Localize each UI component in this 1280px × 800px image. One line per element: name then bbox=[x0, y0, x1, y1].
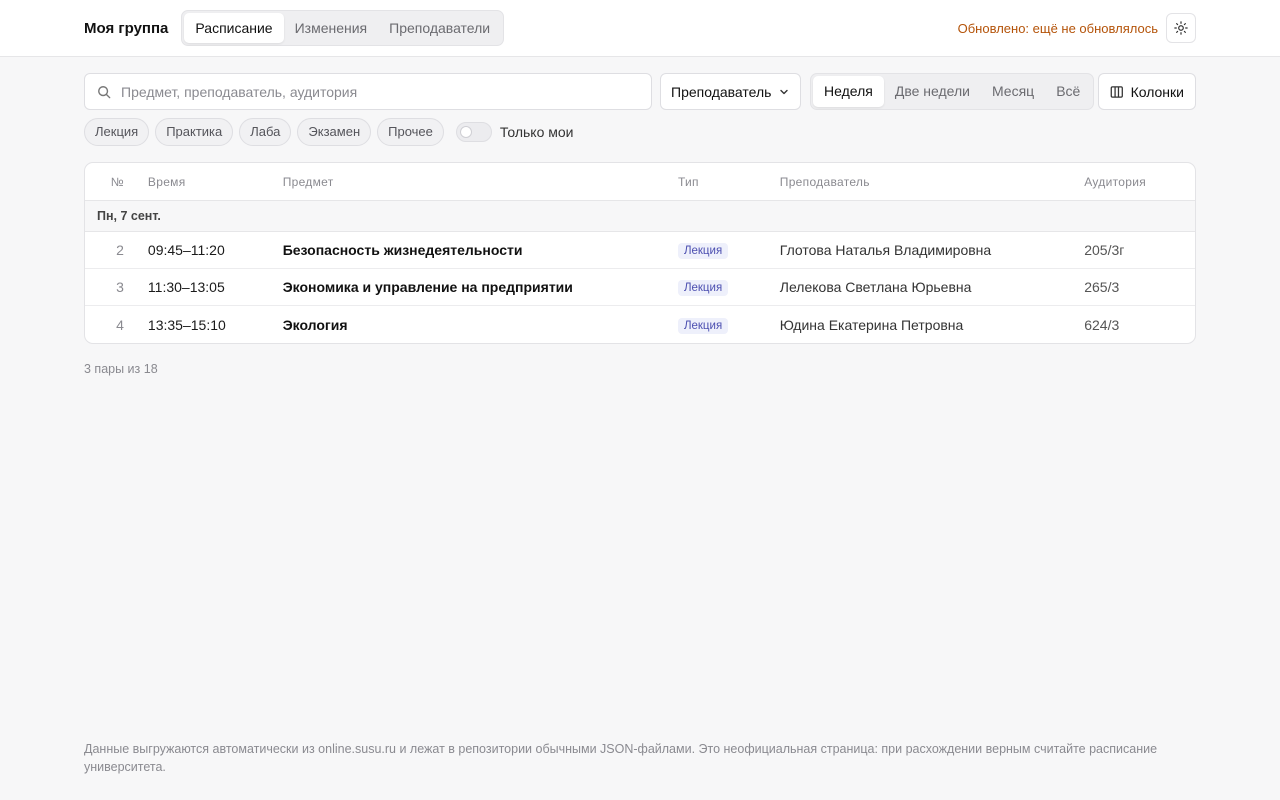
filter-chip-practice[interactable]: Практика bbox=[155, 118, 234, 146]
row-type: Лекция bbox=[666, 278, 768, 296]
type-badge: Лекция bbox=[677, 317, 729, 334]
table-row[interactable]: 2 09:45–11:20 Безопасность жизнедеятельн… bbox=[85, 232, 1195, 269]
filter-chip-exam[interactable]: Экзамен bbox=[297, 118, 372, 146]
columns-button[interactable]: Колонки bbox=[1098, 73, 1196, 110]
row-teacher: Юдина Екатерина Петровна bbox=[779, 316, 964, 333]
tab-changes[interactable]: Изменения bbox=[284, 13, 379, 43]
row-num: 3 bbox=[116, 279, 124, 295]
tab-teachers[interactable]: Преподаватели bbox=[378, 13, 501, 43]
mode-select-value: Преподаватель bbox=[671, 83, 772, 100]
row-room: 624/3 bbox=[1084, 316, 1120, 333]
nav-tabs: Расписание Изменения Преподаватели bbox=[181, 10, 505, 46]
row-time: 09:45–11:20 bbox=[147, 242, 225, 258]
filter-chip-lab[interactable]: Лаба bbox=[239, 118, 292, 146]
row-room: 265/3 bbox=[1084, 279, 1120, 295]
chevron-down-icon bbox=[780, 89, 788, 94]
table-row[interactable]: 4 13:35–15:10 Экология Лекция Юдина Екат… bbox=[85, 306, 1195, 343]
pairs-count: 3 пары из 18 bbox=[84, 362, 158, 376]
top-bar: Моя группа Расписание Изменения Преподав… bbox=[0, 0, 1280, 57]
row-num: 4 bbox=[116, 316, 124, 333]
type-badge: Лекция bbox=[677, 280, 729, 296]
row-subject: Экология bbox=[282, 316, 348, 333]
col-header-room[interactable]: Аудитория bbox=[1072, 175, 1195, 189]
filter-chip-lecture[interactable]: Лекция bbox=[84, 118, 150, 146]
row-subject: Безопасность жизнедеятельности bbox=[282, 242, 523, 258]
row-teacher: Глотова Наталья Владимировна bbox=[779, 242, 992, 258]
col-header-subject[interactable]: Предмет bbox=[271, 175, 666, 189]
range-all[interactable]: Всё bbox=[1045, 76, 1091, 107]
col-header-type[interactable]: Тип bbox=[666, 175, 768, 189]
row-room: 205/3г bbox=[1084, 242, 1125, 258]
columns-icon bbox=[1110, 85, 1123, 98]
only-mine-label: Только мои bbox=[499, 124, 574, 140]
row-type: Лекция bbox=[666, 241, 768, 259]
only-mine-toggle[interactable] bbox=[455, 122, 492, 142]
theme-toggle-button[interactable] bbox=[1166, 13, 1196, 43]
updated-status: Обновлено: ещё не обновлялось bbox=[957, 20, 1158, 36]
row-type: Лекция bbox=[666, 316, 768, 334]
tab-schedule[interactable]: Расписание bbox=[184, 13, 284, 43]
footer-note: Данные выгружаются автоматически из onli… bbox=[84, 742, 1158, 774]
type-filters: Лекция Практика Лаба Экзамен Прочее Толь… bbox=[84, 118, 573, 146]
schedule-table: № Время Предмет Тип Преподаватель Аудито… bbox=[84, 162, 1196, 344]
range-month[interactable]: Месяц bbox=[981, 76, 1045, 107]
day-group-header: Пн, 7 сент. bbox=[85, 201, 1195, 232]
topbar-right: Обновлено: ещё не обновлялось bbox=[958, 13, 1196, 43]
search-input[interactable] bbox=[121, 83, 621, 100]
row-num: 2 bbox=[116, 242, 124, 258]
search-box[interactable] bbox=[84, 73, 652, 110]
col-header-time[interactable]: Время bbox=[136, 175, 271, 189]
columns-label: Колонки bbox=[1130, 83, 1184, 100]
row-time: 13:35–15:10 bbox=[147, 316, 226, 333]
controls-bar: Преподаватель Неделя Две недели Месяц Вс… bbox=[84, 73, 1196, 110]
table-header: № Время Предмет Тип Преподаватель Аудито… bbox=[85, 163, 1195, 201]
table-row[interactable]: 3 11:30–13:05 Экономика и управление на … bbox=[85, 269, 1195, 306]
col-header-teacher[interactable]: Преподаватель bbox=[768, 175, 1072, 189]
sun-icon bbox=[1174, 21, 1188, 35]
col-header-num[interactable]: № bbox=[85, 175, 136, 189]
row-teacher: Лелекова Светлана Юрьевна bbox=[779, 279, 972, 295]
search-icon bbox=[98, 85, 111, 98]
brand-title: Моя группа bbox=[84, 19, 169, 37]
range-tabs: Неделя Две недели Месяц Всё bbox=[810, 73, 1095, 110]
range-week[interactable]: Неделя bbox=[813, 76, 884, 107]
toggle-knob bbox=[459, 126, 472, 138]
mode-select[interactable]: Преподаватель bbox=[660, 73, 801, 110]
row-subject: Экономика и управление на предприятии bbox=[282, 279, 573, 295]
row-time: 11:30–13:05 bbox=[147, 279, 225, 295]
type-badge: Лекция bbox=[677, 243, 729, 259]
range-two-weeks[interactable]: Две недели bbox=[884, 76, 981, 107]
filter-chip-other[interactable]: Прочее bbox=[377, 118, 444, 146]
